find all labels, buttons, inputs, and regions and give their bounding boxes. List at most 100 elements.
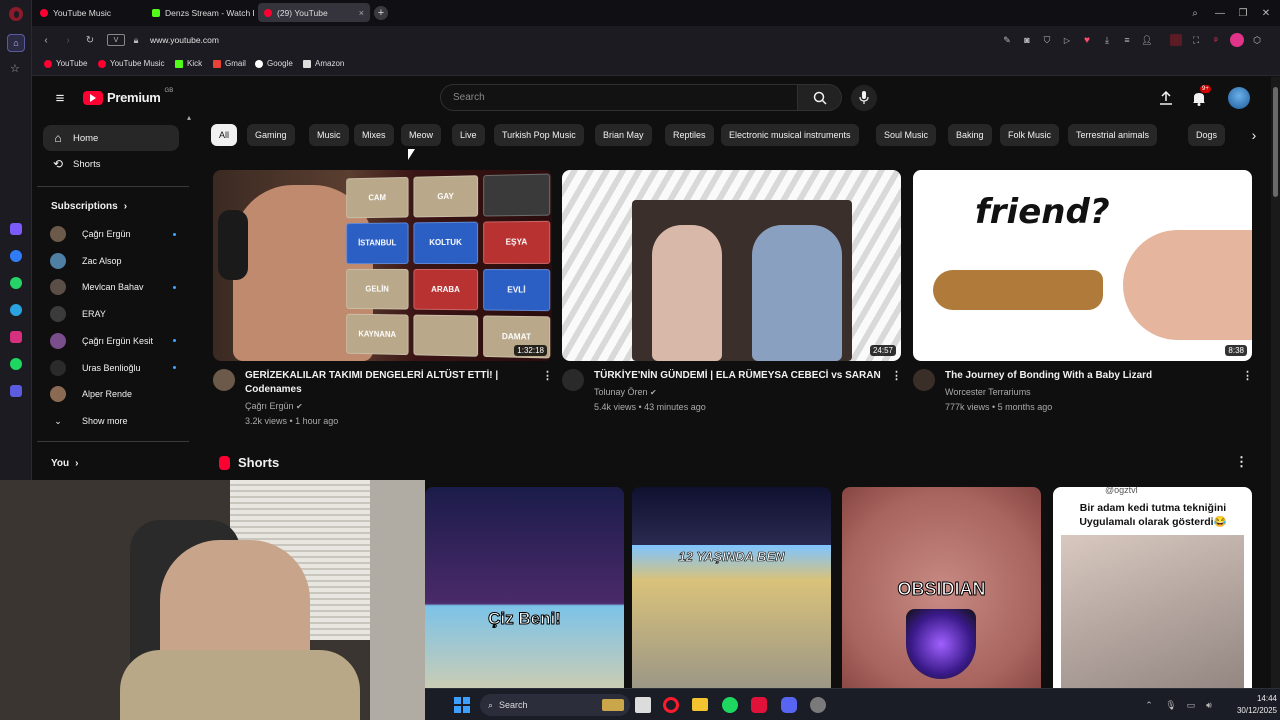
video-thumbnail-1[interactable]: CAM GAY İSTANBUL KOLTUK EŞYA GELİN ARABA EVLİ KA… (213, 170, 552, 361)
opera-taskbar-icon[interactable] (663, 697, 679, 713)
microphone-tray-icon[interactable]: 🎙︎ (1165, 698, 1177, 712)
subscription-item[interactable]: ERAY (50, 304, 180, 324)
filter-chip-folk-music[interactable]: Folk Music (1000, 124, 1060, 146)
video-thumbnail-3[interactable]: friend? 8:38 (913, 170, 1252, 361)
reload-icon[interactable]: ↻ (82, 32, 98, 48)
hamburger-menu-icon[interactable]: ≡ (51, 90, 69, 107)
forward-icon[interactable]: › (60, 32, 76, 48)
play-icon[interactable]: ▷ (1060, 33, 1074, 47)
tab-close-icon[interactable]: × (359, 8, 364, 18)
tray-overflow-icon[interactable]: ⌃ (1143, 698, 1155, 712)
filter-chip-turkish-pop-music[interactable]: Turkish Pop Music (494, 124, 584, 146)
filter-chip-all[interactable]: All (211, 124, 238, 146)
new-tab-icon[interactable]: + (374, 6, 388, 20)
you-section-header[interactable]: You › (51, 458, 79, 469)
shorts-more-options-icon[interactable]: ⋮ (1235, 454, 1248, 470)
shield-icon[interactable]: ⛉ (1040, 33, 1054, 47)
search-button[interactable] (798, 84, 842, 111)
spotify-icon[interactable] (10, 358, 22, 370)
taskbar-search-box[interactable]: ⌕ Search (480, 694, 630, 716)
view-mode-button[interactable]: V (107, 34, 125, 46)
filter-chip-meow[interactable]: Meow (401, 124, 442, 146)
volume-icon[interactable]: 🔊︎ (1203, 698, 1215, 712)
extension-icon-1[interactable] (1170, 34, 1182, 46)
channel-avatar[interactable] (213, 369, 235, 391)
filter-chip-electronic-musical-instruments[interactable]: Electronic musical instruments (721, 124, 859, 146)
short-card-2[interactable]: 12 YAŞINDA BEN (632, 487, 831, 720)
filter-chip-brian-may[interactable]: Brian May (595, 124, 652, 146)
filter-chip-dogs[interactable]: Dogs (1188, 124, 1226, 146)
more-options-icon[interactable]: ⋮ (542, 369, 553, 382)
notifications-button[interactable]: 9+ (1190, 85, 1211, 107)
bookmark-gmail[interactable]: Gmail (213, 59, 246, 68)
restore-icon[interactable]: ❐ (1235, 5, 1251, 21)
player-icon[interactable] (10, 385, 22, 397)
show-more-button[interactable]: ⌄ Show more (50, 411, 180, 431)
tab-youtube[interactable]: (29) YouTube × (258, 3, 370, 22)
youtube-logo[interactable]: Premium GB (83, 88, 173, 105)
short-card-4[interactable]: @ogztvl Bir adam kedi tutma tekniğini Uy… (1053, 487, 1252, 720)
task-view-icon[interactable] (635, 697, 651, 713)
url-field[interactable]: www.youtube.com (150, 35, 219, 45)
video-title[interactable]: The Journey of Bonding With a Baby Lizar… (945, 369, 1235, 383)
spotify-taskbar-icon[interactable] (722, 697, 738, 713)
chips-next-arrow-icon[interactable]: › (1243, 124, 1265, 146)
edit-icon[interactable]: ✎ (1000, 33, 1014, 47)
filter-chip-gaming[interactable]: Gaming (247, 124, 295, 146)
sidebar-app-icon-1[interactable] (10, 223, 22, 235)
subscription-item[interactable]: Uras Benlioğlu (50, 358, 180, 378)
extension-icon-4[interactable] (1230, 33, 1244, 47)
page-scrollbar[interactable] (1271, 77, 1280, 720)
filter-chip-soul-music[interactable]: Soul Music (876, 124, 937, 146)
voice-search-button[interactable] (851, 85, 877, 111)
pinboard-icon[interactable]: ☆ (10, 62, 20, 75)
sidebar-item-home[interactable]: ⌂ Home (43, 125, 179, 151)
profile-icon[interactable]: 👤︎ (1140, 33, 1154, 47)
scrollbar-thumb[interactable] (1273, 87, 1278, 197)
subscription-item[interactable]: Çağrı Ergün (50, 224, 180, 244)
messenger-icon[interactable] (10, 250, 22, 262)
minimize-icon[interactable]: — (1212, 5, 1228, 21)
subscription-item[interactable]: Çağrı Ergün Kesit (50, 331, 180, 351)
short-card-3[interactable]: OBSIDIAN (842, 487, 1041, 720)
filter-chip-music[interactable]: Music (309, 124, 349, 146)
bookmark-google[interactable]: Google (255, 59, 293, 68)
sidebar-item-shorts[interactable]: ⟲ Shorts (43, 151, 179, 177)
filter-chip-terrestrial-animals[interactable]: Terrestrial animals (1068, 124, 1158, 146)
channel-avatar[interactable] (913, 369, 935, 391)
windows-start-icon[interactable] (454, 697, 470, 713)
opera-gx-taskbar-icon[interactable] (751, 697, 767, 713)
extension-icon-3[interactable]: ᵖ (1210, 34, 1222, 46)
video-thumbnail-2[interactable]: 24:57 (562, 170, 901, 361)
channel-name[interactable]: Çağrı Ergün ✔ (245, 401, 303, 411)
close-window-icon[interactable]: ✕ (1258, 5, 1274, 21)
taskbar-clock[interactable]: 14:44 30/12/2025 (1221, 693, 1277, 717)
whatsapp-icon[interactable] (10, 277, 22, 289)
camera-icon[interactable]: ◙ (1020, 33, 1034, 47)
short-card-1[interactable]: Çiz Beni! (425, 487, 624, 720)
bookmark-kick[interactable]: Kick (175, 59, 202, 68)
subscription-item[interactable]: Zac Alsop (50, 251, 180, 271)
discord-taskbar-icon[interactable] (781, 697, 797, 713)
download-icon[interactable]: ⤓ (1100, 33, 1114, 47)
extension-icon-2[interactable]: ⛶ (1190, 34, 1202, 46)
workspace-home-icon[interactable]: ⌂ (7, 34, 25, 52)
channel-avatar[interactable] (562, 369, 584, 391)
filter-chip-mixes[interactable]: Mixes (354, 124, 394, 146)
telegram-icon[interactable] (10, 304, 22, 316)
heart-icon[interactable]: ♥ (1080, 33, 1094, 47)
tab-youtube-music[interactable]: YouTube Music (34, 3, 142, 22)
more-options-icon[interactable]: ⋮ (1242, 369, 1253, 382)
tab-search-icon[interactable]: ⌕ (1187, 5, 1203, 21)
filter-chip-live[interactable]: Live (452, 124, 485, 146)
bookmark-youtube-music[interactable]: YouTube Music (98, 59, 165, 68)
account-avatar[interactable] (1228, 87, 1250, 109)
file-explorer-icon[interactable] (692, 698, 708, 711)
channel-name[interactable]: Worcester Terrariums (945, 387, 1031, 397)
video-title[interactable]: GERİZEKALILAR TAKIMI DENGELERİ ALTÜST ET… (245, 369, 535, 397)
bookmark-amazon[interactable]: Amazon (303, 59, 344, 68)
search-box[interactable]: Search (440, 84, 798, 111)
sidebar-collapse-arrow-icon[interactable]: ▴ (187, 113, 191, 122)
extension-icon-5[interactable]: ⬡ (1250, 33, 1264, 47)
network-icon[interactable]: ▭ (1185, 698, 1197, 712)
